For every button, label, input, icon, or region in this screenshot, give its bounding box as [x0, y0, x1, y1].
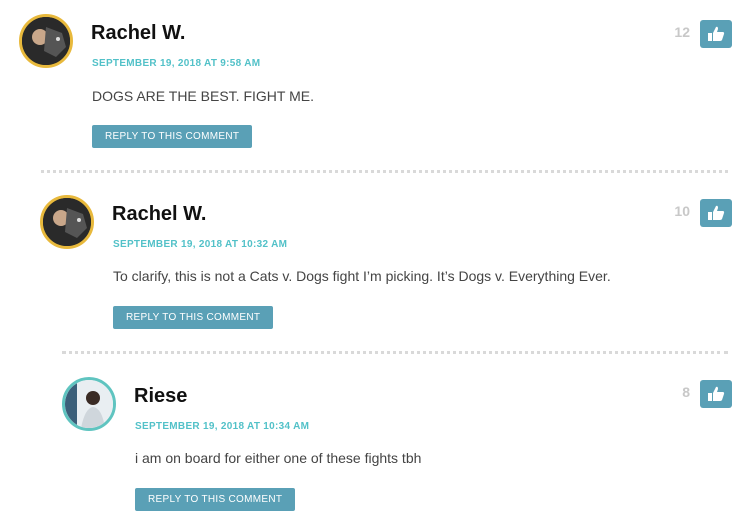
comment-text: DOGS ARE THE BEST. FIGHT ME. — [92, 88, 314, 104]
like-count: 10 — [674, 203, 690, 219]
comment-author[interactable]: Riese — [134, 385, 187, 408]
dog-photo-icon — [43, 198, 91, 246]
thumbs-up-icon — [708, 386, 725, 401]
reply-button[interactable]: REPLY TO THIS COMMENT — [113, 306, 274, 329]
thumbs-up-icon — [708, 205, 725, 220]
comment-date[interactable]: SEPTEMBER 19, 2018 AT 10:34 AM — [135, 421, 309, 432]
comment-text: i am on board for either one of these fi… — [135, 450, 422, 466]
comment-date[interactable]: SEPTEMBER 19, 2018 AT 9:58 AM — [92, 58, 260, 69]
thumbs-up-icon — [708, 26, 725, 41]
reply-button[interactable]: REPLY TO THIS COMMENT — [135, 488, 296, 511]
avatar — [40, 195, 94, 249]
like-count: 8 — [682, 384, 690, 400]
avatar — [62, 377, 116, 431]
reply-button[interactable]: REPLY TO THIS COMMENT — [92, 125, 253, 148]
like-count: 12 — [674, 24, 690, 40]
like-button[interactable] — [700, 199, 732, 227]
comment-text: To clarify, this is not a Cats v. Dogs f… — [113, 268, 611, 284]
comment-author[interactable]: Rachel W. — [112, 203, 206, 226]
dog-photo-icon — [22, 17, 70, 65]
comment-author[interactable]: Rachel W. — [91, 22, 185, 45]
comment-divider — [62, 351, 728, 354]
avatar — [19, 14, 73, 68]
comment-divider — [41, 170, 728, 173]
comment-date[interactable]: SEPTEMBER 19, 2018 AT 10:32 AM — [113, 239, 287, 250]
person-photo-icon — [65, 380, 113, 428]
like-button[interactable] — [700, 380, 732, 408]
like-button[interactable] — [700, 20, 732, 48]
